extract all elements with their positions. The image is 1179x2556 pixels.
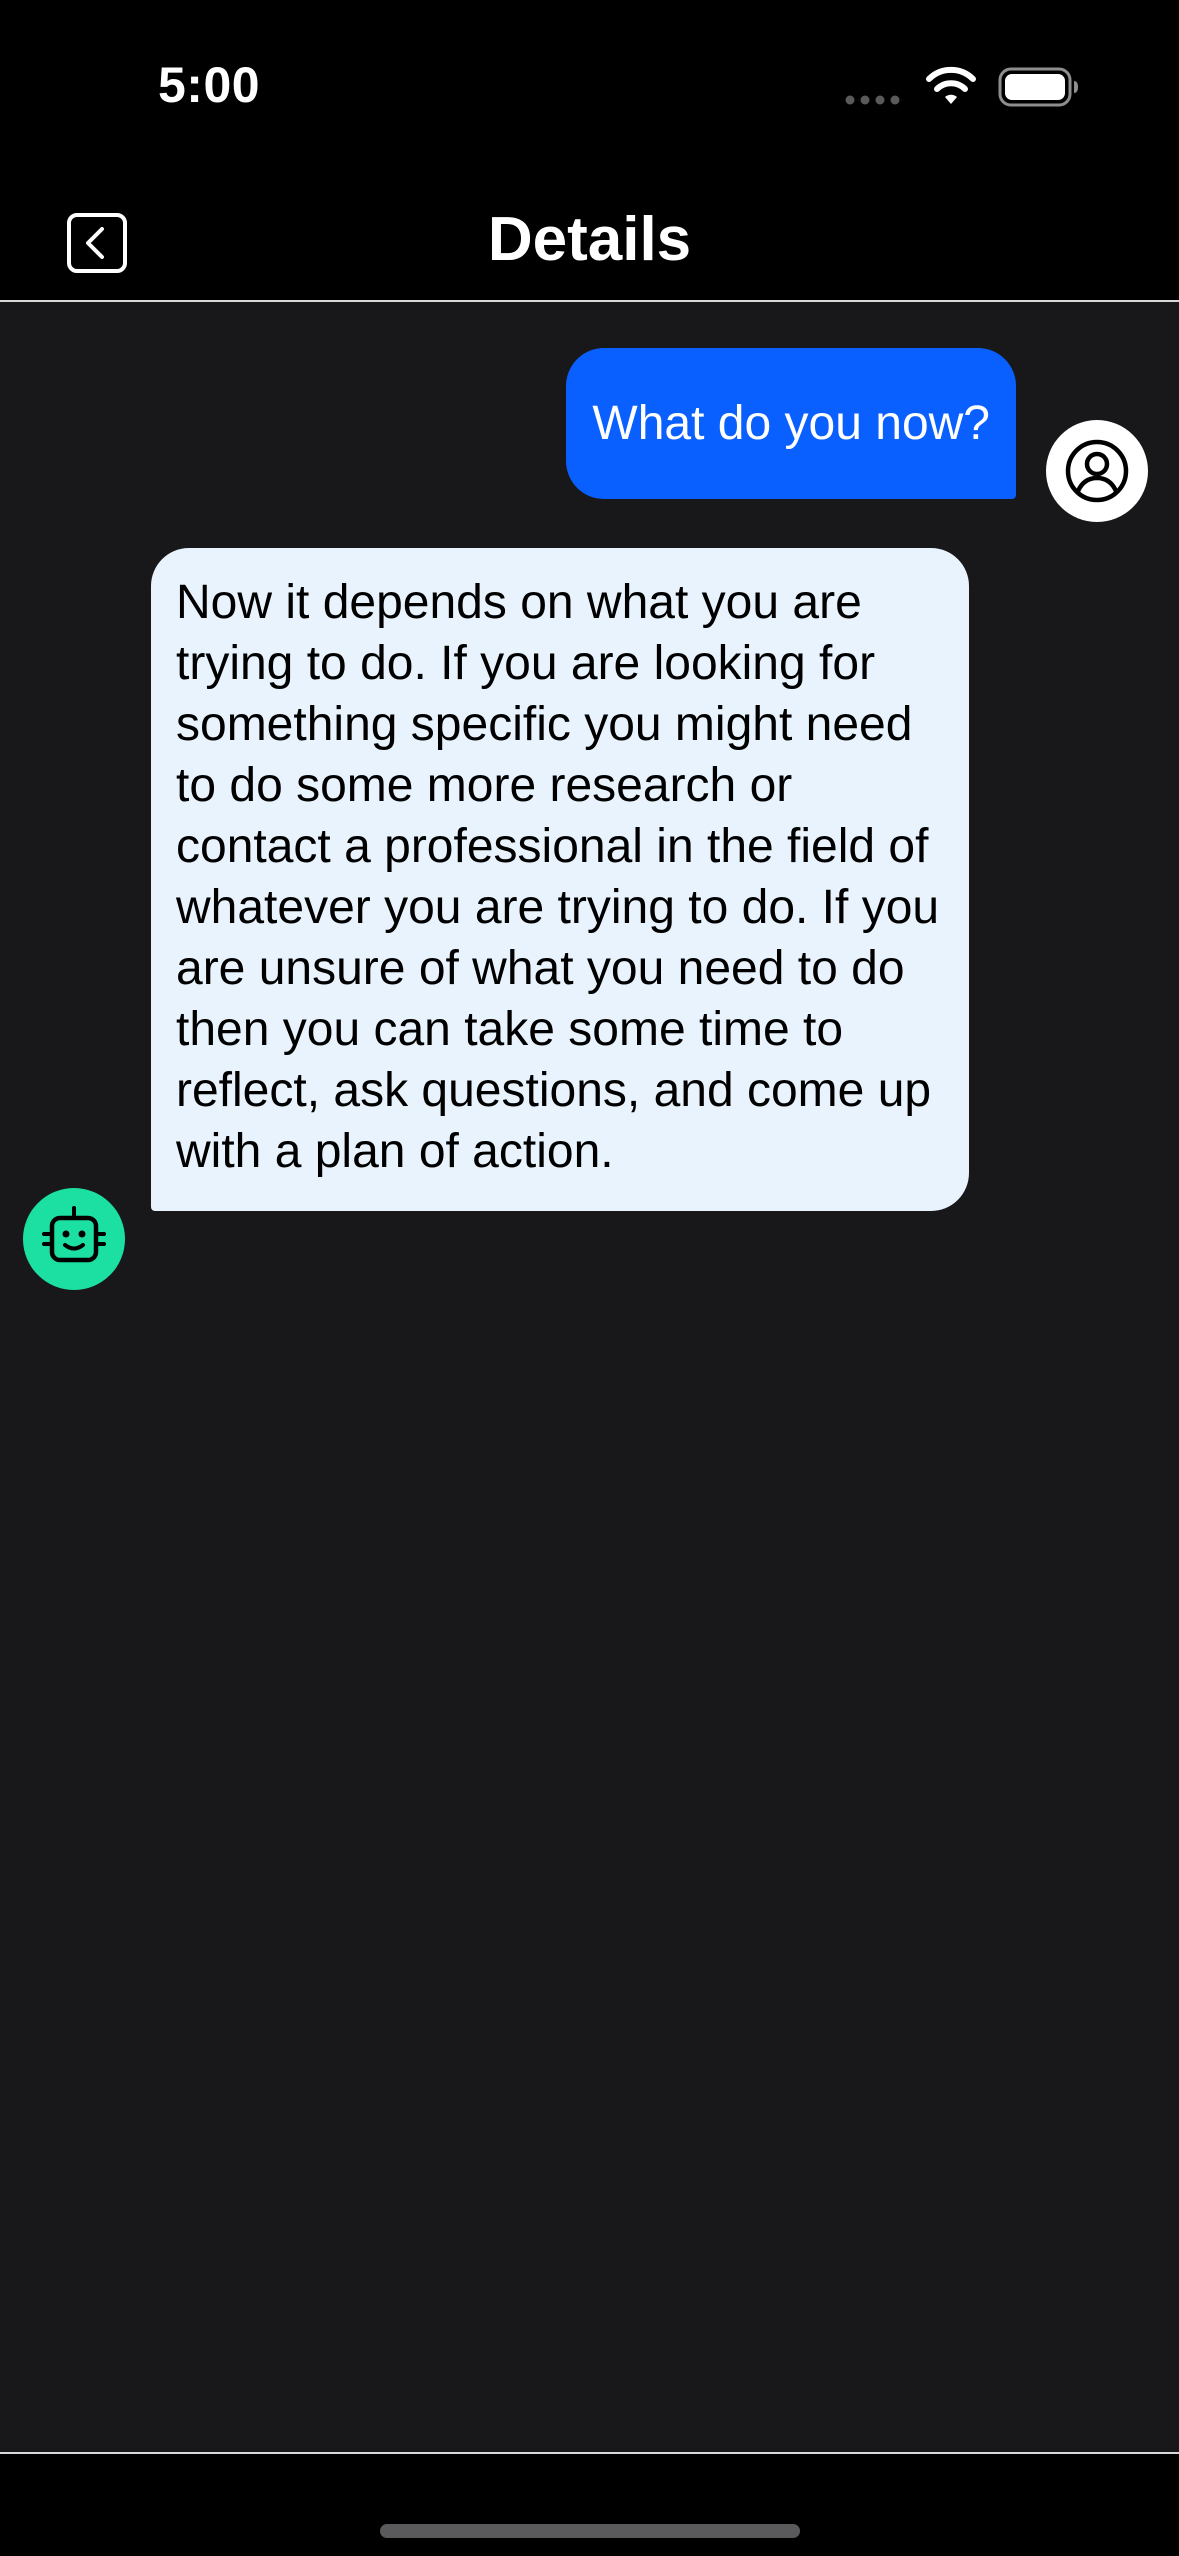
person-circle-icon (1065, 439, 1129, 503)
home-indicator[interactable] (380, 2524, 800, 2538)
status-bar: 5:00 (0, 0, 1179, 180)
page-title: Details (487, 205, 692, 274)
user-message-bubble: What do you now? (566, 348, 1016, 499)
assistant-avatar (23, 1188, 125, 1290)
status-time: 5:00 (158, 57, 261, 113)
robot-face-icon (42, 1206, 106, 1263)
chat-conversation[interactable]: What do you now? Now it depends on what … (0, 302, 1179, 2452)
wifi-icon (926, 66, 976, 104)
bottom-bar (0, 2452, 1179, 2556)
assistant-message-bubble: Now it depends on what you are trying to… (151, 548, 969, 1211)
navigation-bar: Details (0, 180, 1179, 302)
user-avatar (1046, 420, 1148, 522)
cellular-signal-icon (845, 95, 900, 105)
battery-icon (998, 67, 1078, 107)
